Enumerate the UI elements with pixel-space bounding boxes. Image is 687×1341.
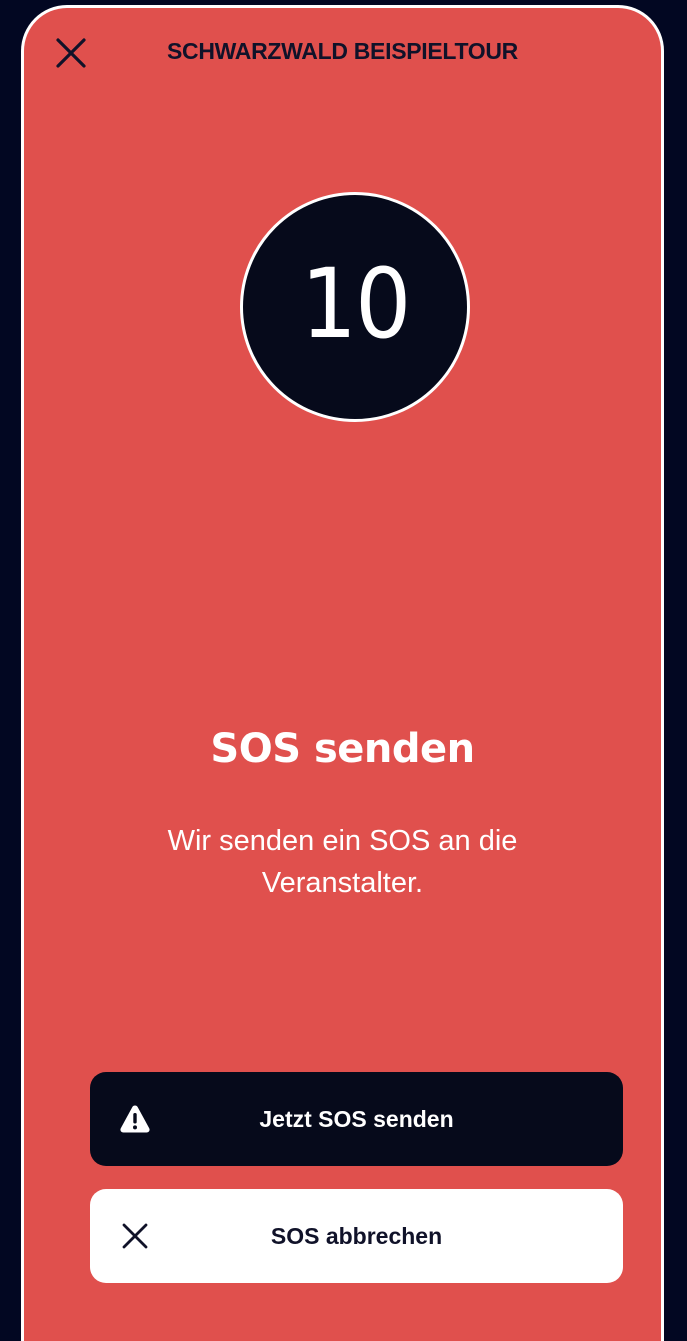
cancel-sos-label: SOS abbrechen [270, 1222, 443, 1249]
sos-description: Wir senden ein SOS an die Veranstalter. [167, 825, 518, 899]
send-sos-label: Jetzt SOS senden [259, 1105, 454, 1132]
warning-icon [118, 1102, 152, 1136]
send-sos-button[interactable]: Jetzt SOS senden [90, 1072, 623, 1166]
page-title: SCHWARZWALD BEISPIELTOUR [166, 38, 518, 64]
countdown-circle: 10 [240, 192, 470, 422]
sos-heading: SOS senden [210, 726, 475, 772]
countdown-value: 10 [300, 248, 412, 360]
sos-screen: SCHWARZWALD BEISPIELTOUR 10 SOS senden W… [21, 5, 664, 1341]
cancel-sos-button[interactable]: SOS abbrechen [90, 1189, 623, 1283]
close-icon [118, 1219, 152, 1253]
